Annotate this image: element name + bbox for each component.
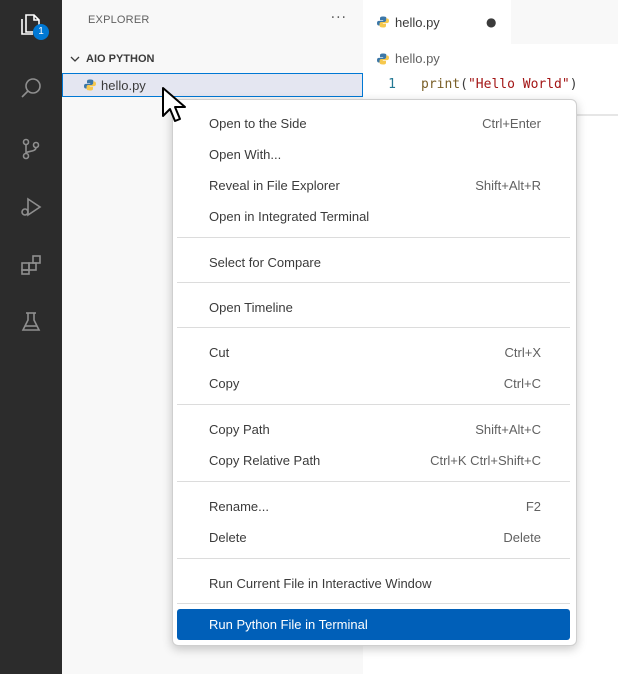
menu-label: Open With... bbox=[209, 146, 282, 162]
menu-shortcut: F2 bbox=[525, 498, 541, 514]
menu-item-open-to-side[interactable]: Open to the Side Ctrl+Enter bbox=[177, 109, 570, 137]
menu-item-open-in-terminal[interactable]: Open in Integrated Terminal bbox=[177, 202, 570, 230]
menu-label: Delete bbox=[209, 529, 247, 545]
menu-shortcut: Shift+Alt+R bbox=[475, 177, 541, 193]
python-file-icon bbox=[84, 79, 96, 91]
menu-separator bbox=[177, 404, 570, 405]
menu-separator bbox=[177, 327, 570, 328]
code-string: "Hello World" bbox=[467, 76, 570, 92]
file-item-hello-py[interactable]: hello.py bbox=[62, 73, 363, 97]
python-file-icon bbox=[377, 53, 389, 64]
menu-item-run-in-interactive-window[interactable]: Run Current File in Interactive Window bbox=[177, 569, 570, 597]
menu-separator bbox=[177, 282, 570, 283]
menu-shortcut: Ctrl+C bbox=[503, 375, 541, 391]
menu-label: Run Python File in Terminal bbox=[209, 617, 368, 632]
menu-item-run-python-file-in-terminal[interactable]: Run Python File in Terminal bbox=[177, 609, 570, 640]
activity-bar: 1 bbox=[0, 0, 62, 674]
menu-separator bbox=[177, 237, 570, 238]
menu-label: Cut bbox=[209, 344, 230, 360]
more-actions-button[interactable]: ··· bbox=[331, 10, 347, 26]
menu-shortcut: Ctrl+X bbox=[504, 344, 541, 360]
code-paren-open: ( bbox=[460, 76, 468, 92]
menu-item-rename[interactable]: Rename... F2 bbox=[177, 492, 570, 520]
context-menu: Open to the Side Ctrl+Enter Open With... … bbox=[172, 99, 577, 646]
code-line[interactable]: 1 print("Hello World") bbox=[363, 74, 578, 94]
menu-item-select-for-compare[interactable]: Select for Compare bbox=[177, 248, 570, 276]
file-name: hello.py bbox=[101, 77, 146, 93]
line-number: 1 bbox=[388, 76, 396, 92]
breadcrumb[interactable]: hello.py bbox=[377, 51, 440, 66]
chevron-down-icon bbox=[70, 56, 80, 62]
menu-item-reveal-in-file-explorer[interactable]: Reveal in File Explorer Shift+Alt+R bbox=[177, 171, 570, 199]
tab-bar: hello.py ● bbox=[363, 0, 618, 44]
explorer-badge: 1 bbox=[33, 24, 49, 40]
menu-item-delete[interactable]: Delete Delete bbox=[177, 523, 570, 551]
menu-label: Open in Integrated Terminal bbox=[209, 208, 370, 224]
menu-separator bbox=[177, 603, 570, 604]
code-paren-close: ) bbox=[569, 76, 578, 92]
menu-item-copy-relative-path[interactable]: Copy Relative Path Ctrl+K Ctrl+Shift+C bbox=[177, 446, 570, 474]
search-icon[interactable] bbox=[13, 70, 49, 106]
breadcrumb-file: hello.py bbox=[395, 51, 440, 66]
menu-item-open-with[interactable]: Open With... bbox=[177, 140, 570, 168]
unsaved-indicator[interactable]: ● bbox=[486, 15, 496, 29]
code-function: print bbox=[421, 76, 461, 92]
run-debug-icon[interactable] bbox=[13, 189, 49, 225]
extensions-icon[interactable] bbox=[13, 247, 49, 283]
menu-label: Open to the Side bbox=[209, 115, 307, 131]
menu-label: Copy Relative Path bbox=[209, 452, 321, 468]
menu-label: Copy Path bbox=[209, 421, 270, 437]
menu-label: Run Current File in Interactive Window bbox=[209, 575, 432, 591]
testing-icon[interactable] bbox=[13, 304, 49, 340]
menu-shortcut: Shift+Alt+C bbox=[475, 421, 541, 437]
menu-item-cut[interactable]: Cut Ctrl+X bbox=[177, 338, 570, 366]
menu-item-open-timeline[interactable]: Open Timeline bbox=[177, 293, 570, 321]
menu-shortcut: Delete bbox=[503, 529, 541, 545]
mouse-cursor-icon bbox=[162, 87, 186, 122]
menu-label: Copy bbox=[209, 375, 240, 391]
menu-item-copy-path[interactable]: Copy Path Shift+Alt+C bbox=[177, 415, 570, 443]
folder-name: AIO PYTHON bbox=[86, 53, 155, 65]
explorer-icon[interactable]: 1 bbox=[13, 6, 49, 42]
python-file-icon bbox=[377, 16, 389, 28]
menu-label: Rename... bbox=[209, 498, 269, 514]
menu-label: Select for Compare bbox=[209, 254, 321, 270]
menu-separator bbox=[177, 481, 570, 482]
menu-shortcut: Ctrl+K Ctrl+Shift+C bbox=[430, 452, 541, 468]
tab-label: hello.py bbox=[395, 14, 440, 30]
menu-shortcut: Ctrl+Enter bbox=[482, 115, 541, 131]
tab-hello-py[interactable]: hello.py ● bbox=[363, 0, 511, 44]
menu-item-copy[interactable]: Copy Ctrl+C bbox=[177, 369, 570, 397]
menu-label: Open Timeline bbox=[209, 299, 293, 315]
sidebar-title: EXPLORER bbox=[88, 14, 150, 26]
folder-header[interactable]: AIO PYTHON bbox=[68, 48, 154, 70]
source-control-icon[interactable] bbox=[13, 131, 49, 167]
menu-separator bbox=[177, 558, 570, 559]
menu-label: Reveal in File Explorer bbox=[209, 177, 340, 193]
